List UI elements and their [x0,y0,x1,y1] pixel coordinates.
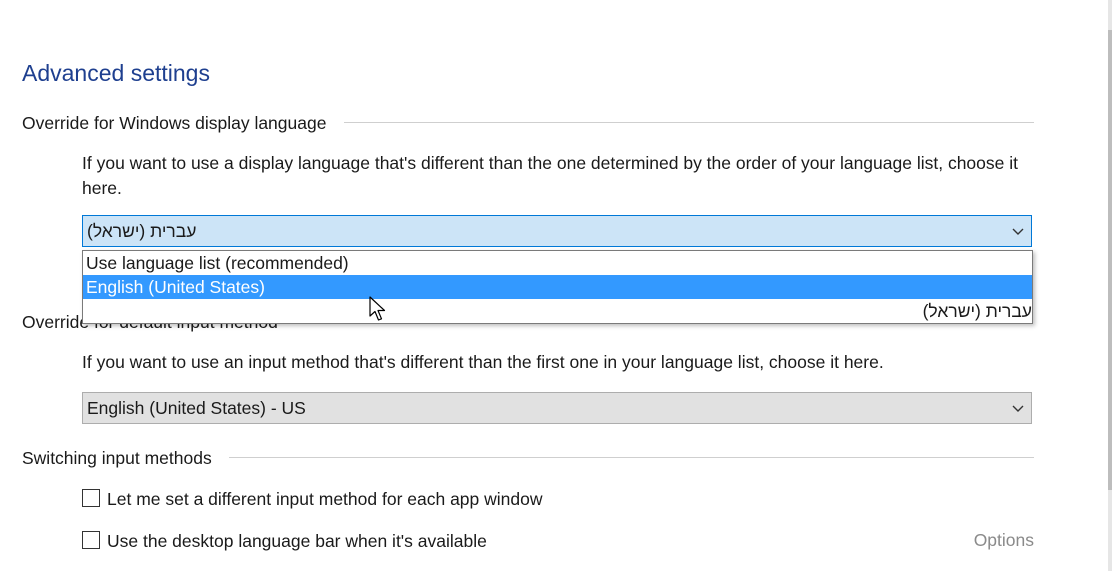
per-app-input-label: Let me set a different input method for … [107,489,543,509]
language-bar-label: Use the desktop language bar when it's a… [107,531,487,551]
page-title: Advanced settings [22,60,210,86]
input-method-select-value: English (United States) - US [87,398,306,418]
dropdown-option-hebrew[interactable]: עברית (ישראל) [83,299,1032,323]
display-language-header: Override for Windows display language [22,113,327,133]
input-method-description: If you want to use an input method that'… [82,352,884,372]
mouse-pointer-icon [369,296,386,321]
display-language-description: If you want to use a display language th… [82,153,1018,198]
switching-divider [229,457,1034,458]
language-bar-checkbox-row[interactable]: Use the desktop language bar when it's a… [82,530,487,552]
dropdown-option-use-language-list[interactable]: Use language list (recommended) [83,251,1032,275]
vertical-scrollbar[interactable] [1108,0,1112,571]
switching-header: Switching input methods [22,448,212,468]
dropdown-option-english-us[interactable]: English (United States) [83,275,1032,299]
input-method-select[interactable]: English (United States) - US [82,392,1032,424]
options-link[interactable]: Options [974,530,1034,551]
display-language-select-value: עברית (ישראל) [87,221,197,241]
language-bar-checkbox[interactable] [82,531,100,550]
chevron-down-icon [1012,405,1024,412]
per-app-input-checkbox-row[interactable]: Let me set a different input method for … [82,488,543,510]
per-app-input-checkbox[interactable] [82,489,100,508]
chevron-down-icon [1012,228,1024,235]
display-language-dropdown-list: Use language list (recommended) English … [82,250,1033,324]
display-language-divider [344,122,1034,123]
scrollbar-thumb[interactable] [1108,30,1112,490]
display-language-select[interactable]: עברית (ישראל) [82,215,1032,247]
